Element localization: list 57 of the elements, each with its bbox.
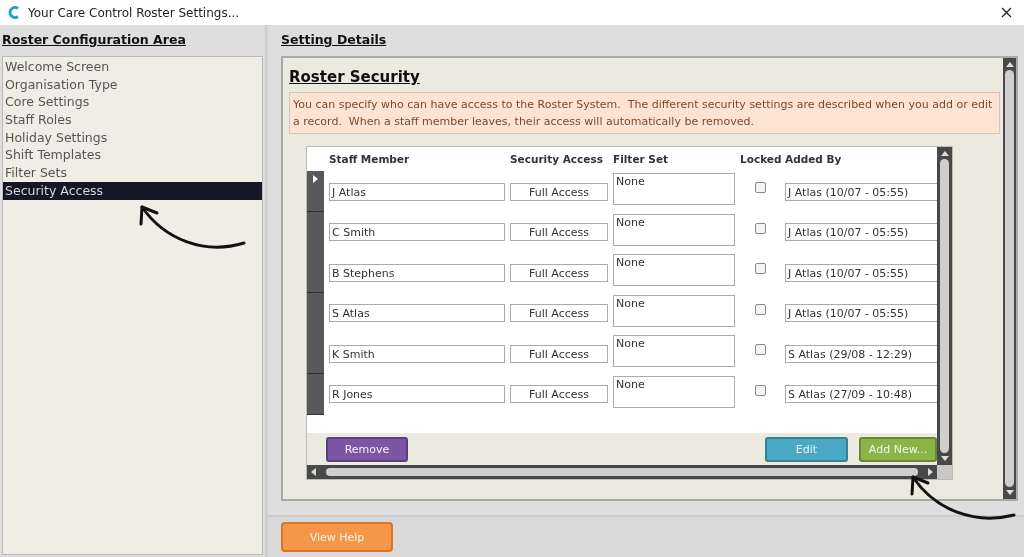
staff-field[interactable]: J Atlas [329, 182, 505, 201]
info-message: You can specify who can have access to the Roster System. The different security settings are described when you add or edit a record. When a staff member leaves, their access will automatically be removed. [289, 92, 1000, 134]
close-icon[interactable] [1001, 7, 1012, 18]
column-header: Staff Member [329, 153, 411, 165]
added-by-field[interactable]: J Atlas (10/07 - 05:55) [785, 223, 937, 241]
access-field[interactable]: Full Access [510, 385, 608, 403]
column-header: Security Access [510, 153, 604, 165]
scrollbar-corner [937, 465, 952, 479]
settings-item[interactable]: Core Settings [3, 93, 262, 112]
settings-item[interactable]: Filter Sets [3, 164, 262, 182]
locked-checkbox[interactable] [754, 182, 766, 193]
staff-field[interactable]: C Smith [329, 223, 505, 241]
scrollbar[interactable] [937, 147, 952, 465]
settings-item[interactable]: Shift Templates [3, 146, 262, 165]
staff-field[interactable]: B Stephens [329, 263, 505, 282]
settings-item[interactable]: Welcome Screen [3, 58, 262, 76]
staff-field[interactable]: K Smith [329, 344, 505, 363]
settings-item[interactable]: Holiday Settings [3, 128, 262, 147]
filter-field[interactable]: None [613, 294, 735, 327]
added-by-field[interactable]: J Atlas (10/07 - 05:55) [785, 182, 937, 201]
filter-field[interactable]: None [613, 335, 735, 367]
filter-field[interactable]: None [613, 375, 735, 408]
access-field[interactable]: Full Access [510, 263, 608, 282]
column-header: Locked [740, 153, 780, 165]
locked-checkbox[interactable] [754, 263, 766, 274]
app-logo-icon [8, 6, 20, 19]
added-by-field[interactable]: S Atlas (27/09 - 10:48) [785, 385, 937, 403]
section-heading: Setting Details [281, 32, 388, 47]
current-row-icon [313, 175, 318, 183]
filter-field[interactable]: None [613, 254, 735, 286]
access-field[interactable]: Full Access [510, 223, 608, 241]
added-by-field[interactable]: J Atlas (10/07 - 05:55) [785, 304, 937, 322]
filter-field[interactable]: None [613, 213, 735, 246]
locked-checkbox[interactable] [754, 384, 766, 396]
filter-field[interactable]: None [613, 173, 735, 205]
settings-item[interactable]: Security Access [3, 181, 262, 200]
window-title: Your Care Control Roster Settings... [28, 5, 241, 20]
page-title: Roster Security [289, 68, 421, 86]
locked-checkbox[interactable] [754, 303, 766, 315]
column-header: Added By [785, 153, 843, 165]
panel-heading: Roster Configuration Area [2, 32, 187, 47]
access-field[interactable]: Full Access [510, 304, 608, 322]
settings-item[interactable]: Organisation Type [3, 75, 262, 94]
added-by-field[interactable]: S Atlas (29/08 - 12:29) [785, 344, 937, 363]
remove-button[interactable]: Remove [326, 436, 408, 462]
row-selector[interactable] [307, 171, 324, 212]
scrollbar[interactable] [1003, 58, 1016, 499]
column-header: Filter Set [613, 153, 670, 165]
scrollbar[interactable] [307, 465, 937, 479]
added-by-field[interactable]: J Atlas (10/07 - 05:55) [785, 263, 937, 282]
settings-item[interactable]: Staff Roles [3, 111, 262, 129]
locked-checkbox[interactable] [754, 344, 766, 355]
staff-field[interactable]: R Jones [329, 385, 505, 403]
access-field[interactable]: Full Access [510, 344, 608, 363]
staff-field[interactable]: S Atlas [329, 304, 505, 322]
access-field[interactable]: Full Access [510, 182, 608, 201]
locked-checkbox[interactable] [754, 222, 766, 234]
